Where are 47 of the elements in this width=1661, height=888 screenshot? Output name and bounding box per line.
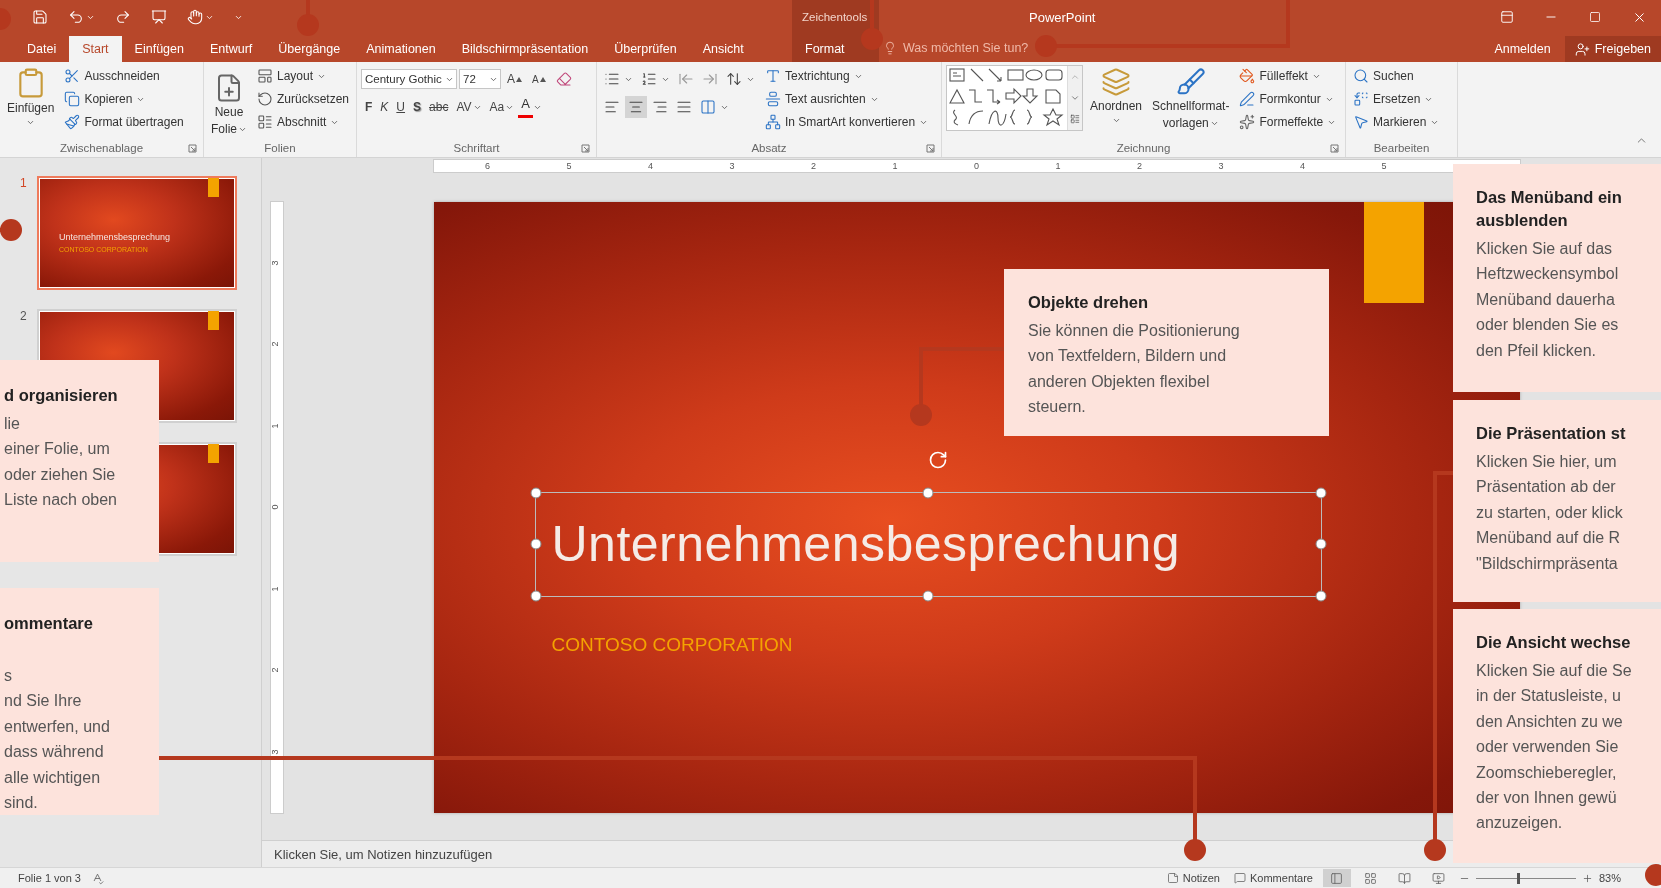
group-label: Schriftart <box>453 142 500 154</box>
callout-text: Sie können die Positionierung von Textfeldern, Bildern und anderen Objekten flexibel steuern. <box>1028 321 1241 418</box>
callout-text: lie einer Folie, um oder ziehen Sie Liste nach oben <box>4 414 118 511</box>
callout-title: ommentare <box>4 613 94 634</box>
ruler-number: 3 <box>269 749 280 754</box>
ruler-number: 3 <box>729 160 735 172</box>
callout-text: Klicken Sie auf das Heftzweckensymbol Menüband dauerha oder blenden Sie es den Pfeil klicken. <box>1476 239 1620 361</box>
slide-title: Unternehmensbesprechung <box>551 515 1181 573</box>
slide-counter: Folie 1 von 3 <box>18 872 81 884</box>
ruler-number: 6 <box>485 160 490 172</box>
slide-number: 2 <box>20 309 28 323</box>
callout-title: d organisieren <box>4 385 119 406</box>
ruler-number: 0 <box>974 160 979 172</box>
ruler-number: 4 <box>1300 160 1305 172</box>
ruler-number: 5 <box>1381 160 1387 172</box>
group-label: Absatz <box>751 142 787 154</box>
callout-text: Klicken Sie hier, um Präsentation ab der zu starten, oder klick Menüband auf die R "Bildschirmpräsenta <box>1476 452 1624 574</box>
window-title: PowerPoint <box>1029 9 1096 25</box>
button-label: Neue <box>214 105 244 120</box>
slide-number: 1 <box>20 176 28 190</box>
group-label: Folien <box>264 142 296 154</box>
group-label: Bearbeiten <box>1373 142 1430 154</box>
group-label: Zeichnung <box>1116 142 1171 154</box>
slide-subtitle: CONTOSO CORPORATION <box>551 633 793 656</box>
ruler-number: 3 <box>269 260 280 265</box>
ruler-number: 1 <box>1055 160 1061 172</box>
ruler-number: 2 <box>811 160 816 172</box>
callout-text: s nd Sie Ihre entwerfen, und dass während alle wichtigen sind. <box>4 666 111 814</box>
ruler-number: 2 <box>269 667 280 673</box>
ruler-number: 2 <box>1137 160 1142 172</box>
callout-title: Die Präsentation st <box>1476 423 1627 444</box>
ruler-number: 1 <box>269 586 280 591</box>
callout-text: Klicken Sie auf die Se in der Statusleiste, u den Ansichten zu we oder verwenden Sie Zoomschieberegler, der von Ihnen gewü anzuzeigen. <box>1476 661 1633 834</box>
ruler-number: 2 <box>269 341 280 347</box>
callout-title: Die Ansicht wechse <box>1476 632 1632 653</box>
ruler-number: 0 <box>269 504 280 510</box>
ruler-number: 3 <box>1218 160 1224 172</box>
ruler-number: 5 <box>566 160 572 172</box>
ruler-number: 1 <box>892 160 898 172</box>
group-label: Zwischenablage <box>59 142 144 154</box>
callout-title: Das Menüband ein ausblenden <box>1476 187 1623 231</box>
context-label: Zeichentools <box>801 11 868 23</box>
ruler-number: 4 <box>648 160 653 172</box>
thumbnail-title: Unternehmensbesprechung <box>59 232 171 242</box>
callout-title: Objekte drehen <box>1028 292 1150 313</box>
ruler-number: 1 <box>269 423 280 428</box>
button-label: Schnellformat- <box>1152 99 1230 114</box>
